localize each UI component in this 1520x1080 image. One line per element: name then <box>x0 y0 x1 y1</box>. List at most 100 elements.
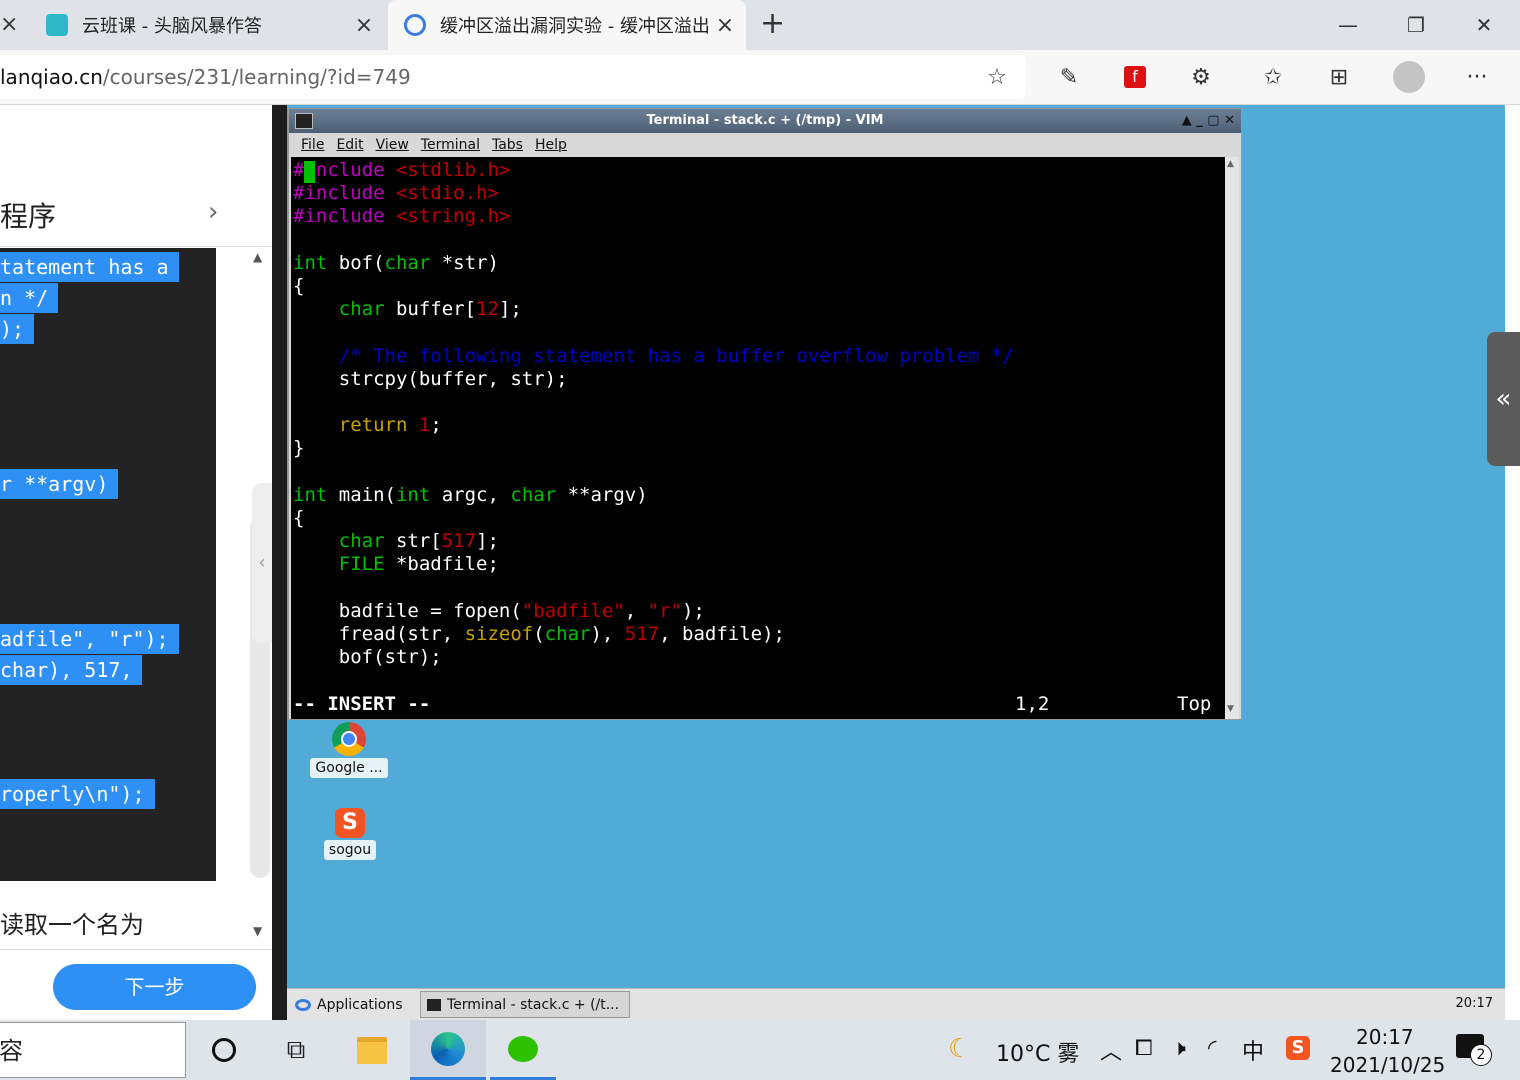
code-text: argc, <box>430 483 511 506</box>
tab-yunbanke[interactable]: 云班课 - 头脑风暴作答 × <box>30 0 385 50</box>
desktop-icon-google[interactable]: Google ... <box>309 722 389 778</box>
window-title: Terminal - stack.c + (/tmp) - VIM <box>646 113 884 128</box>
return-keyword: return <box>338 414 408 437</box>
task-view-icon[interactable]: ⧉ <box>266 1020 326 1080</box>
maximize-button[interactable]: ❐ <box>1382 0 1450 50</box>
tab-overflow-close[interactable]: × <box>0 12 18 37</box>
menu-edit[interactable]: Edit <box>336 137 363 153</box>
selected-code-line: n */ <box>0 283 59 313</box>
favorites-icon[interactable]: ✩ <box>1246 50 1300 104</box>
show-hidden-icons[interactable]: ︿ <box>1100 1034 1122 1066</box>
profile-avatar-icon[interactable] <box>1382 50 1436 104</box>
terminal-scrollbar[interactable]: ▲ ▼ <box>1225 157 1239 719</box>
network-icon[interactable]: ◜ <box>1208 1036 1217 1061</box>
remote-side-handle[interactable]: « <box>1487 332 1520 466</box>
collapse-handle[interactable]: ‹ <box>252 483 272 643</box>
windows-taskbar: 容 ⧉ ☾ 10°C 雾 ︿ ⧠ 🕨 ◜ 中 S 20:17 2021/10/2… <box>0 1020 1520 1080</box>
url-field[interactable]: lanqiao.cn/courses/231/learning/?id=749 <box>0 55 1026 99</box>
menu-file[interactable]: File <box>301 137 324 153</box>
source-code: #include <stdlib.h> #include <stdio.h> #… <box>293 159 1014 669</box>
type-keyword: char <box>510 483 557 506</box>
selected-code-line: char), 517, <box>0 655 143 685</box>
new-tab-button[interactable]: + <box>760 6 785 41</box>
menu-view[interactable]: View <box>376 137 409 153</box>
vim-editor[interactable]: #include <stdlib.h> #include <stdio.h> #… <box>291 157 1225 719</box>
volume-muted-icon[interactable]: 🕨 <box>1172 1036 1186 1061</box>
applications-menu[interactable]: Applications <box>295 993 403 1017</box>
code-text: strcpy(buffer, str); <box>338 367 568 390</box>
file-explorer-icon[interactable] <box>342 1020 402 1080</box>
desktop-icon-label: Google ... <box>310 758 388 778</box>
tab-lanqiao[interactable]: 缓冲区溢出漏洞实验 - 缓冲区溢出 × <box>388 0 746 50</box>
more-menu-icon[interactable]: ··· <box>1450 50 1504 104</box>
add-favorite-icon[interactable]: ☆ <box>970 50 1024 104</box>
code-text: ); <box>681 599 705 622</box>
cortana-icon[interactable] <box>194 1020 254 1080</box>
include-file: <string.h> <box>395 205 511 228</box>
tab-close-button[interactable]: × <box>349 13 379 38</box>
chapter-title[interactable]: 程序 <box>0 195 240 245</box>
terminal-menubar: File Edit View Terminal Tabs Help <box>289 133 1241 157</box>
edge-icon[interactable] <box>410 1020 486 1080</box>
next-step-button[interactable]: 下一步 <box>53 964 256 1010</box>
code-text: ]; <box>498 298 522 321</box>
menu-terminal[interactable]: Terminal <box>421 137 480 153</box>
linux-taskbar: Applications Terminal - stack.c + (/t...… <box>287 988 1505 1021</box>
code-text: *badfile; <box>384 553 499 576</box>
menu-help[interactable]: Help <box>535 137 567 153</box>
sogou-icon: S <box>335 808 365 838</box>
weather-text[interactable]: 10°C 雾 <box>996 1036 1079 1068</box>
search-box[interactable]: 容 <box>0 1022 186 1078</box>
type-keyword: int <box>293 483 328 506</box>
tab-close-button[interactable]: × <box>710 13 740 38</box>
scroll-down-icon[interactable]: ▼ <box>253 924 262 938</box>
clock-date[interactable]: 2021/10/25 <box>1330 1053 1445 1077</box>
task-terminal[interactable]: Terminal - stack.c + (/t... <box>420 991 630 1018</box>
type-keyword: char <box>338 530 385 553</box>
chevron-right-icon[interactable]: › <box>208 197 218 227</box>
window-controls[interactable]: ▲ _ ▢ ✕ <box>1182 109 1235 133</box>
flash-extension-icon[interactable]: f <box>1108 50 1162 104</box>
include-directive: #include <box>293 182 385 205</box>
url-path: /courses/231/learning/?id=749 <box>102 65 411 89</box>
weather-icon: ☾ <box>948 1034 972 1064</box>
chrome-icon <box>332 722 366 756</box>
selected-code-line: r **argv) <box>0 469 119 499</box>
tab-title: 缓冲区溢出漏洞实验 - 缓冲区溢出 <box>440 16 710 37</box>
selected-code-line: tatement has a <box>0 252 179 282</box>
code-text: , <box>624 599 648 622</box>
menu-tabs[interactable]: Tabs <box>492 137 523 153</box>
pen-extension-icon[interactable]: ✎ <box>1042 50 1096 104</box>
scroll-up-icon[interactable]: ▲ <box>253 250 262 264</box>
scroll-down-icon[interactable]: ▼ <box>1227 704 1234 714</box>
desktop-icon-sogou[interactable]: S sogou <box>310 808 390 860</box>
vim-statusline: -- INSERT -- 1,2 Top <box>293 693 1223 717</box>
selected-code-line: adfile", "r"); <box>0 624 179 654</box>
vim-mode: -- INSERT -- <box>293 693 431 715</box>
terminal-window[interactable]: Terminal - stack.c + (/tmp) - VIM ▲ _ ▢ … <box>288 108 1242 720</box>
tab-title: 云班课 - 头脑风暴作答 <box>82 16 262 37</box>
remote-clock[interactable]: 20:17 <box>1456 996 1493 1011</box>
sogou-ime-icon[interactable]: S <box>1286 1036 1310 1060</box>
wechat-icon[interactable] <box>490 1020 556 1080</box>
notification-icon[interactable]: 2 <box>1456 1034 1492 1066</box>
close-window-button[interactable]: ✕ <box>1450 0 1518 50</box>
cursor-position: 1,2 <box>1015 693 1050 715</box>
code-text: ( <box>533 623 545 646</box>
tray-app-icon[interactable]: ⧠ <box>1135 1036 1153 1061</box>
divider <box>0 949 272 950</box>
terminal-titlebar[interactable]: Terminal - stack.c + (/tmp) - VIM ▲ _ ▢ … <box>289 109 1241 133</box>
string-literal: "badfile" <box>521 599 625 622</box>
minimize-button[interactable]: — <box>1314 0 1382 50</box>
ime-indicator[interactable]: 中 <box>1242 1034 1264 1066</box>
extensions-icon[interactable]: ⚙ <box>1174 50 1228 104</box>
notification-count: 2 <box>1470 1044 1492 1066</box>
divider <box>0 246 272 247</box>
scroll-up-icon[interactable]: ▲ <box>1227 159 1234 169</box>
tab-bar: × 云班课 - 头脑风暴作答 × 缓冲区溢出漏洞实验 - 缓冲区溢出 × + —… <box>0 0 1520 50</box>
sizeof-keyword: sizeof <box>464 623 534 646</box>
code-block: tatement has a n */ ); r **argv) adfile"… <box>0 248 216 881</box>
clock-time[interactable]: 20:17 <box>1356 1025 1414 1049</box>
collections-icon[interactable]: ⊞ <box>1312 50 1366 104</box>
task-label: Terminal - stack.c + (/t... <box>447 996 620 1013</box>
